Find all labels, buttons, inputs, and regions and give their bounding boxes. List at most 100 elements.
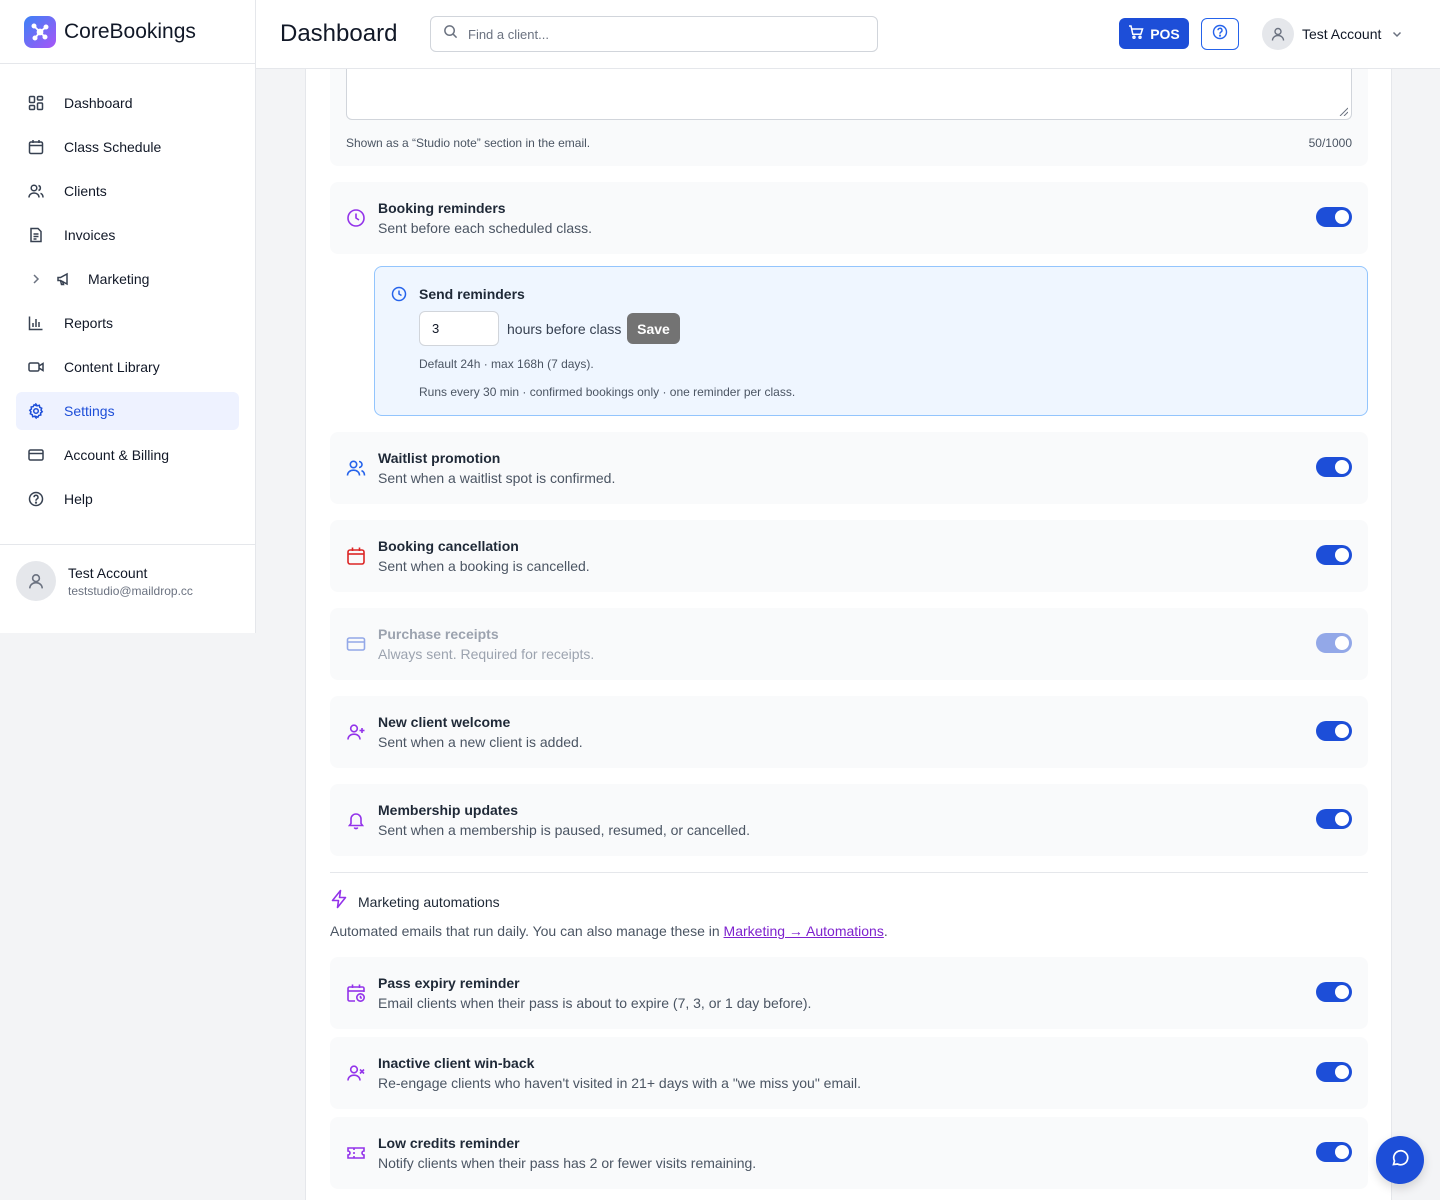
lightning-icon: [330, 889, 348, 914]
row-description: Always sent. Required for receipts.: [378, 646, 595, 662]
sidebar-item-settings[interactable]: Settings: [16, 392, 239, 430]
row-description: Sent when a membership is paused, resume…: [378, 822, 750, 838]
pos-label: POS: [1150, 25, 1180, 42]
brand[interactable]: CoreBookings: [0, 0, 255, 64]
sidebar-item-label: Reports: [64, 315, 114, 331]
sidebar-item-label: Marketing: [88, 271, 150, 287]
calendar-icon: [28, 139, 44, 155]
studio-note-char-count: 50/1000: [1308, 136, 1352, 150]
row-title: Pass expiry reminder: [378, 975, 520, 991]
row-title: New client welcome: [378, 714, 511, 730]
top-header: Dashboard POS Test Account: [256, 0, 1440, 69]
section-title: Marketing automations: [358, 893, 500, 910]
credit-card-icon: [346, 634, 366, 654]
booking-cancellation-toggle[interactable]: [1316, 545, 1352, 565]
waitlist-promotion-toggle[interactable]: [1316, 457, 1352, 477]
brand-name: CoreBookings: [64, 19, 196, 43]
video-icon: [28, 359, 44, 375]
sidebar-user[interactable]: Test Account teststudio@maildrop.cc: [0, 544, 255, 617]
credit-card-icon: [28, 447, 44, 463]
sidebar-item-help[interactable]: Help: [16, 480, 239, 518]
section-desc-text: Automated emails that run daily. You can…: [330, 923, 724, 939]
page-title: Dashboard: [280, 20, 398, 47]
sidebar-item-label: Content Library: [64, 359, 160, 375]
search-box[interactable]: [430, 16, 878, 52]
waitlist-promotion-row: Waitlist promotion Sent when a waitlist …: [330, 432, 1368, 504]
calendar-clock-icon: [346, 983, 366, 1003]
sidebar-item-reports[interactable]: Reports: [16, 304, 239, 342]
account-menu[interactable]: Test Account: [1262, 18, 1403, 50]
bell-icon: [346, 810, 366, 830]
new-client-welcome-toggle[interactable]: [1316, 721, 1352, 741]
avatar: [16, 561, 56, 601]
sidebar-item-content-library[interactable]: Content Library: [16, 348, 239, 386]
row-title: Booking reminders: [378, 200, 506, 216]
user-plus-icon: [346, 722, 366, 742]
sidebar-item-account-billing[interactable]: Account & Billing: [16, 436, 239, 474]
chevron-right-icon[interactable]: [28, 271, 44, 287]
send-reminders-panel: Send reminders hours before class Save D…: [374, 266, 1368, 416]
marketing-automations-link[interactable]: Marketing → Automations: [724, 923, 884, 939]
membership-updates-toggle[interactable]: [1316, 809, 1352, 829]
row-title: Low credits reminder: [378, 1135, 520, 1151]
row-description: Sent when a waitlist spot is confirmed.: [378, 470, 616, 486]
reminder-runs-note: Runs every 30 min · confirmed bookings o…: [419, 385, 796, 399]
membership-updates-row: Membership updates Sent when a membershi…: [330, 784, 1368, 856]
row-description: Sent before each scheduled class.: [378, 220, 593, 236]
section-divider: [330, 872, 1368, 873]
marketing-automations-description: Automated emails that run daily. You can…: [330, 923, 888, 939]
resize-handle-icon[interactable]: [1338, 106, 1348, 116]
cart-icon: [1128, 24, 1144, 43]
row-description: Sent when a booking is cancelled.: [378, 558, 590, 574]
row-title: Inactive client win-back: [378, 1055, 535, 1071]
main-content: Shown as a “Studio note” section in the …: [305, 69, 1392, 1200]
sidebar-item-label: Class Schedule: [64, 139, 162, 155]
booking-reminders-toggle[interactable]: [1316, 207, 1352, 227]
row-title: Booking cancellation: [378, 538, 519, 554]
calendar-x-icon: [346, 546, 366, 566]
sidebar-item-invoices[interactable]: Invoices: [16, 216, 239, 254]
reminder-hours-input[interactable]: [419, 311, 499, 346]
help-icon: [1212, 24, 1228, 45]
sidebar-item-dashboard[interactable]: Dashboard: [16, 84, 239, 122]
inactive-client-winback-toggle[interactable]: [1316, 1062, 1352, 1082]
ticket-icon: [346, 1143, 366, 1163]
sidebar-item-class-schedule[interactable]: Class Schedule: [16, 128, 239, 166]
gear-icon: [28, 403, 44, 419]
sidebar: CoreBookings Dashboard Class Schedule Cl…: [0, 0, 256, 633]
clock-icon: [391, 286, 407, 302]
search-input[interactable]: [468, 26, 848, 42]
sidebar-user-name: Test Account: [68, 564, 148, 581]
reminder-default-note: Default 24h · max 168h (7 days).: [419, 357, 594, 371]
help-icon: [28, 491, 44, 507]
pos-button[interactable]: POS: [1119, 18, 1189, 49]
sidebar-item-label: Clients: [64, 183, 107, 199]
search-icon: [443, 24, 458, 44]
help-button[interactable]: [1201, 18, 1239, 50]
sidebar-item-clients[interactable]: Clients: [16, 172, 239, 210]
studio-note-textarea[interactable]: [346, 69, 1352, 120]
marketing-automations-heading: Marketing automations: [330, 889, 500, 914]
sidebar-item-marketing[interactable]: Marketing: [16, 260, 239, 298]
inactive-client-winback-row: Inactive client win-back Re-engage clien…: [330, 1037, 1368, 1109]
low-credits-reminder-row: Low credits reminder Notify clients when…: [330, 1117, 1368, 1189]
users-icon: [28, 183, 44, 199]
pass-expiry-reminder-toggle[interactable]: [1316, 982, 1352, 1002]
megaphone-icon: [56, 271, 72, 287]
low-credits-reminder-toggle[interactable]: [1316, 1142, 1352, 1162]
row-title: Purchase receipts: [378, 626, 499, 642]
chat-button[interactable]: [1376, 1136, 1424, 1184]
avatar: [1262, 18, 1294, 50]
save-button[interactable]: Save: [627, 313, 680, 344]
brand-logo-icon: [24, 15, 56, 48]
section-desc-suffix: .: [883, 923, 888, 939]
pass-expiry-reminder-row: Pass expiry reminder Email clients when …: [330, 957, 1368, 1029]
user-x-icon: [346, 1063, 366, 1083]
dashboard-icon: [28, 95, 44, 111]
studio-note-help: Shown as a “Studio note” section in the …: [346, 136, 591, 150]
bar-chart-icon: [28, 315, 44, 331]
row-description: Re-engage clients who haven't visited in…: [378, 1075, 862, 1091]
booking-cancellation-row: Booking cancellation Sent when a booking…: [330, 520, 1368, 592]
purchase-receipts-toggle: [1316, 633, 1352, 653]
reminder-hours-unit: hours before class: [507, 321, 622, 337]
